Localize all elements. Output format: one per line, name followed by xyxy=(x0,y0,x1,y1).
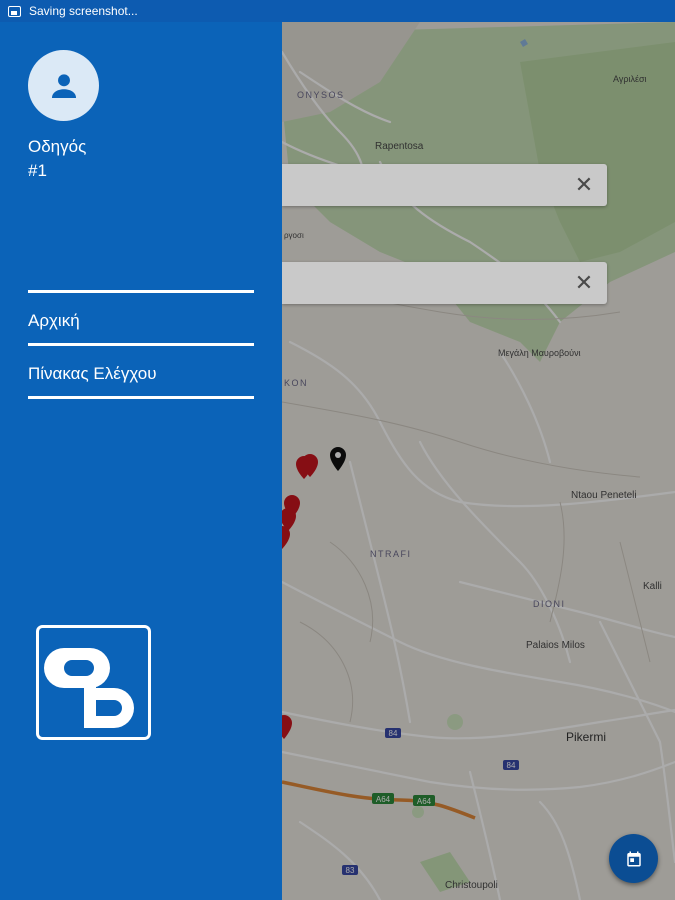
status-bar: Saving screenshot... xyxy=(0,0,675,22)
screenshot-icon xyxy=(8,5,21,17)
close-icon[interactable]: ✕ xyxy=(573,174,595,196)
status-notification-text: Saving screenshot... xyxy=(29,4,138,18)
road-shield-a64-2: A64 xyxy=(413,795,435,806)
label-palaios-milos: Palaios Milos xyxy=(526,640,585,651)
label-dioni: DIONI xyxy=(533,599,566,609)
label-ntou-peneteli: Ntaou Peneteli xyxy=(571,490,637,501)
label-kon: KON xyxy=(284,378,308,388)
svg-text:A64: A64 xyxy=(376,795,391,804)
road-shield-83: 83 xyxy=(342,865,358,875)
svg-text:A64: A64 xyxy=(417,797,432,806)
road-shield-a64-1: A64 xyxy=(372,793,394,804)
calendar-fab-button[interactable] xyxy=(609,834,658,883)
label-pikermi: Pikermi xyxy=(566,730,606,744)
search-field-destination[interactable]: ✕ xyxy=(282,262,607,304)
close-icon[interactable]: ✕ xyxy=(573,272,595,294)
label-christoupoli: Christoupoli xyxy=(445,880,498,891)
road-shield-84-2: 84 xyxy=(503,760,519,770)
menu-item-dashboard[interactable]: Πίνακας Ελέγχου xyxy=(28,349,254,399)
company-logo xyxy=(36,625,151,740)
label-megali-mavrovouni: Μεγάλη Μαυροβούνι xyxy=(498,348,581,358)
label-dionysos: ONYSOS xyxy=(297,90,345,100)
avatar[interactable] xyxy=(28,50,99,121)
label-rapentosa: Rapentosa xyxy=(375,141,424,152)
person-icon xyxy=(51,73,76,98)
menu-divider xyxy=(28,396,254,399)
svg-text:84: 84 xyxy=(389,729,398,738)
menu-item-home[interactable]: Αρχική xyxy=(28,296,254,346)
label-kalli: Kalli xyxy=(643,581,662,592)
navigation-drawer: Οδηγός #1 Αρχική Πίνακας Ελέγχου xyxy=(0,22,282,900)
menu-divider xyxy=(28,290,254,293)
label-ntrafi: NTRAFI xyxy=(370,549,412,559)
svg-text:84: 84 xyxy=(507,761,516,770)
search-field-origin[interactable]: ✕ xyxy=(282,164,607,206)
svg-text:83: 83 xyxy=(346,866,355,875)
calendar-icon xyxy=(626,851,641,866)
driver-name: Οδηγός xyxy=(28,137,87,156)
label-rgosi: ργοσι xyxy=(284,231,304,240)
driver-number: #1 xyxy=(28,161,47,180)
menu-divider xyxy=(28,343,254,346)
road-shield-84-1: 84 xyxy=(385,728,401,738)
label-agrilesi: Αγριλέσι xyxy=(613,74,647,84)
